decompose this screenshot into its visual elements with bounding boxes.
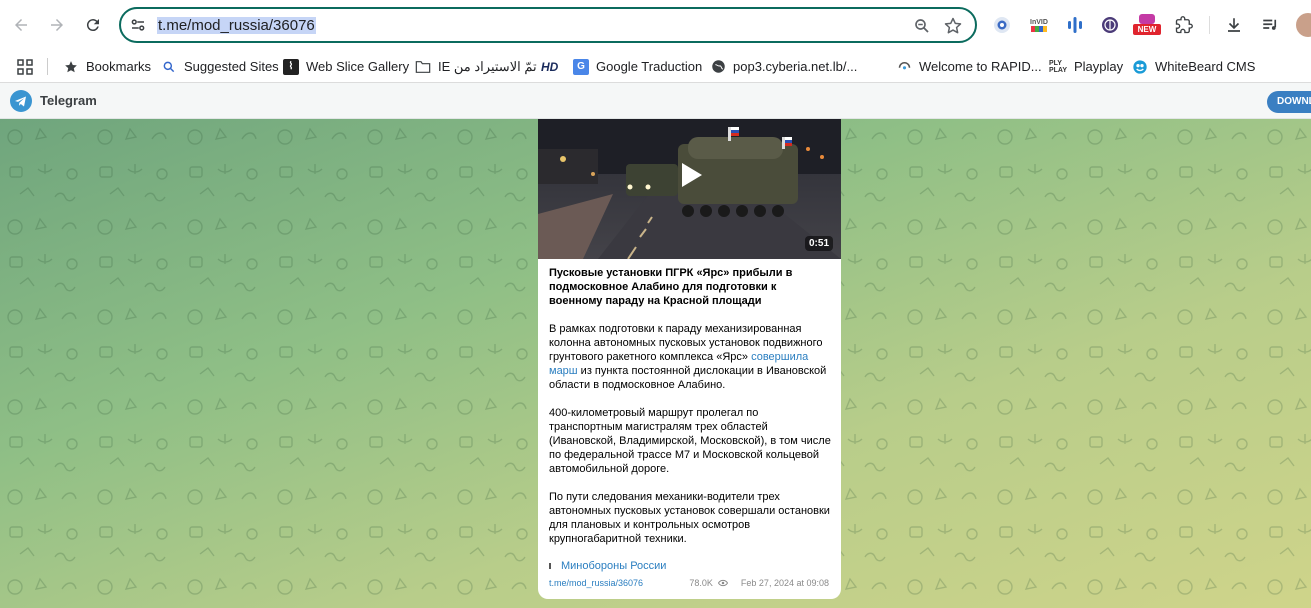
- toolbar-divider: [1209, 16, 1210, 34]
- view-count: 78.0K: [689, 578, 713, 588]
- bookmark-ie-folder[interactable]: تمّ الاستيراد من IE: [415, 50, 537, 83]
- download-icon[interactable]: [1223, 14, 1245, 36]
- eye-icon: [718, 579, 729, 587]
- apps-icon[interactable]: [17, 50, 33, 83]
- tor-icon[interactable]: [1099, 14, 1121, 36]
- telegram-brand[interactable]: Telegram: [40, 93, 97, 108]
- bookmark-label: Bookmarks: [86, 59, 152, 74]
- bookmark-web-slice-gallery[interactable]: ⌇ Web Slice Gallery: [283, 50, 409, 83]
- video-duration: 0:51: [804, 236, 833, 251]
- bookmark-pop3[interactable]: pop3.cyberia.net.lb/...: [710, 50, 857, 83]
- whitebeard-icon: [1132, 59, 1148, 75]
- playplay-icon: PLY PLAY: [1048, 59, 1068, 74]
- post-card: 0:51 Пусковые установки ПГРК «Ярс» прибы…: [538, 119, 841, 599]
- new-badge-label: NEW: [1133, 24, 1161, 35]
- telegram-header: Telegram DOWNLOAD: [0, 83, 1311, 119]
- play-icon[interactable]: [671, 157, 707, 193]
- new-badge-icon[interactable]: NEW: [1133, 14, 1161, 36]
- video-player[interactable]: 0:51: [538, 119, 841, 259]
- post-paragraph-3: По пути следования механики-водители тре…: [549, 491, 830, 545]
- post-date: Feb 27, 2024 at 09:08: [740, 578, 829, 588]
- zoom-icon[interactable]: [913, 17, 931, 35]
- post-paragraph-2: 400-километровый маршрут пролегал по тра…: [549, 407, 831, 475]
- puzzle-icon[interactable]: [1173, 14, 1195, 36]
- reload-icon: [86, 19, 99, 32]
- bookmark-google-traduction[interactable]: G Google Traduction: [573, 50, 702, 83]
- post-paragraph-1: В рамках подготовки к параду механизиров…: [549, 323, 827, 391]
- bookmark-label: Google Traduction: [596, 59, 703, 74]
- bookmark-suggested-sites[interactable]: Suggested Sites: [161, 50, 279, 83]
- signature-dot-icon: [549, 563, 551, 570]
- bookmark-whitebeard[interactable]: WhiteBeard CMS: [1132, 50, 1255, 83]
- bookmark-bookmarks[interactable]: Bookmarks: [63, 50, 151, 83]
- bookmark-star-icon[interactable]: [943, 16, 963, 36]
- reload-button[interactable]: [81, 13, 105, 37]
- profile-avatar[interactable]: [1296, 13, 1311, 37]
- bookmark-label: Web Slice Gallery: [306, 59, 410, 74]
- address-bar[interactable]: t.me/mod_russia/36076: [119, 7, 977, 43]
- bookmark-label: pop3.cyberia.net.lb/...: [733, 59, 858, 74]
- telegram-logo-icon[interactable]: [10, 90, 32, 112]
- bookmark-playplay[interactable]: PLY PLAY Playplay: [1049, 50, 1123, 83]
- invid-icon[interactable]: InVID: [1028, 14, 1050, 36]
- bookmarks-bar: Bookmarks Suggested Sites ⌇ Web Slice Ga…: [0, 50, 1311, 83]
- folder-icon: [415, 59, 431, 75]
- url-text[interactable]: t.me/mod_russia/36076: [157, 17, 316, 34]
- media-control-icon[interactable]: [1259, 14, 1281, 36]
- bookmark-hd[interactable]: HD: [541, 50, 558, 83]
- bookmark-label: Welcome to RAPID...: [919, 59, 1042, 74]
- bookmark-label: Suggested Sites: [184, 59, 279, 74]
- channel-signature[interactable]: Минобороны России: [549, 560, 666, 572]
- back-button[interactable]: [9, 13, 33, 37]
- arrow-right-icon: [51, 19, 63, 31]
- bookmark-label: WhiteBeard CMS: [1155, 59, 1256, 74]
- star-icon: [63, 59, 79, 75]
- site-settings-icon[interactable]: [129, 16, 147, 34]
- target-icon[interactable]: [991, 14, 1013, 36]
- audio-bars-icon[interactable]: [1064, 14, 1086, 36]
- bookmark-rapid[interactable]: Welcome to RAPID...: [896, 50, 1042, 83]
- bookmark-label: Playplay: [1074, 59, 1124, 74]
- globe-icon: [710, 59, 726, 75]
- slice-icon: ⌇: [283, 58, 299, 75]
- post-meta: 78.0K Feb 27, 2024 at 09:08: [689, 578, 829, 588]
- forward-button[interactable]: [45, 13, 69, 37]
- post-title: Пусковые установки ПГРК «Ярс» прибыли в …: [549, 267, 793, 307]
- browser-toolbar: t.me/mod_russia/36076 InVID NEW: [0, 0, 1311, 50]
- bookmarks-divider: [47, 58, 48, 75]
- search-icon: [161, 59, 177, 75]
- translate-icon: G: [573, 58, 589, 75]
- download-button[interactable]: DOWNLOAD: [1267, 91, 1311, 113]
- rapid-icon: [896, 59, 912, 75]
- channel-name[interactable]: Минобороны России: [561, 560, 666, 572]
- invid-label: InVID: [1030, 18, 1048, 26]
- bookmark-label: تمّ الاستيراد من IE: [438, 58, 537, 74]
- hd-icon: HD: [541, 59, 559, 74]
- arrow-left-icon: [15, 19, 27, 31]
- post-link[interactable]: t.me/mod_russia/36076: [549, 578, 643, 588]
